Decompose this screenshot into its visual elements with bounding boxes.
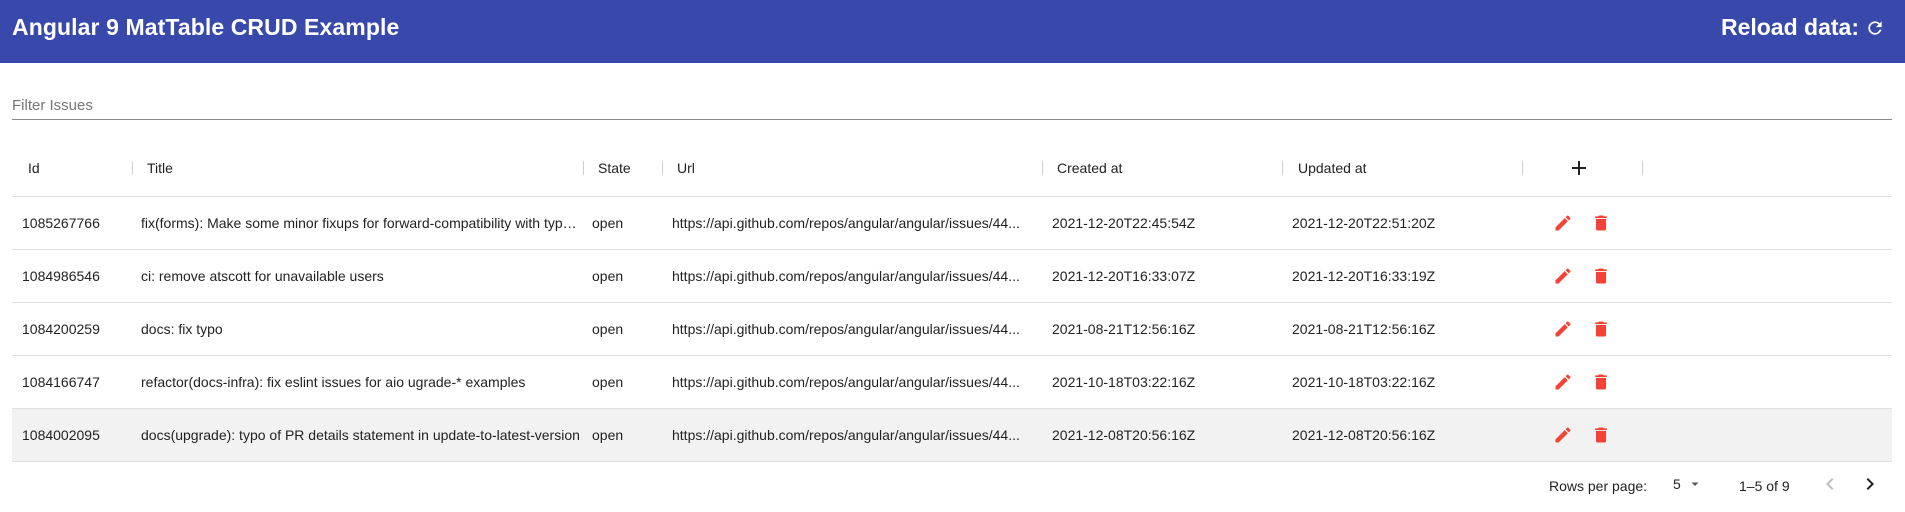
add-issue-button[interactable]	[1567, 156, 1591, 180]
delete-button[interactable]	[1589, 317, 1613, 341]
table-header-row: Id Title State Url Created at Updated at	[12, 140, 1892, 197]
delete-button[interactable]	[1589, 423, 1613, 447]
cell-created-at: 2021-12-20T16:33:07Z	[1052, 268, 1196, 284]
column-header-updated-at[interactable]: Updated at	[1298, 160, 1367, 176]
cell-created-at: 2021-12-20T22:45:54Z	[1052, 215, 1196, 231]
app-title: Angular 9 MatTable CRUD Example	[12, 14, 400, 40]
cell-id: 1084002095	[22, 427, 100, 443]
cell-updated-at: 2021-12-20T22:51:20Z	[1292, 215, 1436, 231]
pencil-icon	[1555, 215, 1571, 231]
column-header-id[interactable]: Id	[28, 160, 40, 176]
column-divider	[132, 161, 133, 175]
delete-button[interactable]	[1589, 370, 1613, 394]
edit-button[interactable]	[1551, 264, 1575, 288]
cell-state: open	[592, 374, 624, 390]
column-divider	[583, 161, 584, 175]
cell-updated-at: 2021-10-18T03:22:16Z	[1292, 374, 1436, 390]
column-divider	[1282, 161, 1283, 175]
cell-url: https://api.github.com/repos/angular/ang…	[672, 268, 1020, 284]
page-size-select[interactable]: 5	[1673, 476, 1701, 492]
refresh-icon	[1868, 20, 1882, 35]
cell-title: ci: remove atscott for unavailable users	[141, 268, 384, 284]
column-divider	[662, 161, 663, 175]
trash-icon	[1595, 215, 1607, 231]
edit-button[interactable]	[1551, 370, 1575, 394]
column-header-state[interactable]: State	[598, 160, 631, 176]
paginator: Rows per page: 5 1–5 of 9	[0, 470, 1905, 500]
column-header-url[interactable]: Url	[677, 160, 695, 176]
cell-title: docs(upgrade): typo of PR details statem…	[141, 427, 580, 443]
cell-id: 1085267766	[22, 215, 100, 231]
table-row[interactable]: 1085267766 fix(forms): Make some minor f…	[12, 197, 1892, 250]
cell-updated-at: 2021-12-20T16:33:19Z	[1292, 268, 1436, 284]
trash-icon	[1595, 268, 1607, 284]
delete-button[interactable]	[1589, 264, 1613, 288]
rows-per-page-label: Rows per page:	[1549, 478, 1648, 494]
app-toolbar: Angular 9 MatTable CRUD Example Reload d…	[0, 0, 1905, 63]
filter-input[interactable]	[12, 86, 1892, 120]
table-row[interactable]: 1084200259 docs: fix typo open https://a…	[12, 303, 1892, 356]
table-row[interactable]: 1084166747 refactor(docs-infra): fix esl…	[12, 356, 1892, 409]
pencil-icon	[1555, 321, 1571, 337]
column-header-title[interactable]: Title	[147, 160, 173, 176]
table-row[interactable]: 1084002095 docs(upgrade): typo of PR det…	[12, 409, 1892, 462]
cell-id: 1084166747	[22, 374, 100, 390]
edit-button[interactable]	[1551, 317, 1575, 341]
trash-icon	[1595, 321, 1607, 337]
column-divider	[1642, 161, 1643, 175]
cell-created-at: 2021-08-21T12:56:16Z	[1052, 321, 1196, 337]
cell-url: https://api.github.com/repos/angular/ang…	[672, 427, 1020, 443]
pencil-icon	[1555, 268, 1571, 284]
cell-state: open	[592, 427, 624, 443]
next-page-button[interactable]	[1858, 472, 1882, 496]
cell-url: https://api.github.com/repos/angular/ang…	[672, 374, 1020, 390]
cell-state: open	[592, 321, 624, 337]
cell-state: open	[592, 268, 624, 284]
cell-updated-at: 2021-12-08T20:56:16Z	[1292, 427, 1436, 443]
filter-underline	[12, 119, 1892, 120]
column-divider	[1042, 161, 1043, 175]
pencil-icon	[1555, 427, 1571, 443]
cell-created-at: 2021-12-08T20:56:16Z	[1052, 427, 1196, 443]
cell-title: fix(forms): Make some minor fixups for f…	[141, 215, 581, 231]
cell-title: docs: fix typo	[141, 321, 223, 337]
issues-table: Id Title State Url Created at Updated at…	[12, 140, 1892, 462]
pencil-icon	[1555, 374, 1571, 390]
column-header-created-at[interactable]: Created at	[1057, 160, 1122, 176]
table-row[interactable]: 1084986546 ci: remove atscott for unavai…	[12, 250, 1892, 303]
cell-created-at: 2021-10-18T03:22:16Z	[1052, 374, 1196, 390]
cell-id: 1084200259	[22, 321, 100, 337]
trash-icon	[1595, 374, 1607, 390]
reload-label: Reload data:	[1720, 14, 1859, 40]
reload-data-button[interactable]: Reload data:	[1721, 14, 1885, 41]
cell-state: open	[592, 215, 624, 231]
dropdown-arrow-icon	[1691, 482, 1699, 486]
edit-button[interactable]	[1551, 211, 1575, 235]
cell-url: https://api.github.com/repos/angular/ang…	[672, 321, 1020, 337]
cell-url: https://api.github.com/repos/angular/ang…	[672, 215, 1020, 231]
page-range-label: 1–5 of 9	[1739, 478, 1790, 494]
delete-button[interactable]	[1589, 211, 1613, 235]
page-size-value: 5	[1673, 476, 1681, 492]
previous-page-button[interactable]	[1818, 472, 1842, 496]
filter-field	[12, 86, 1892, 120]
cell-id: 1084986546	[22, 268, 100, 284]
edit-button[interactable]	[1551, 423, 1575, 447]
column-divider	[1522, 161, 1523, 175]
cell-title: refactor(docs-infra): fix eslint issues …	[141, 374, 526, 390]
cell-updated-at: 2021-08-21T12:56:16Z	[1292, 321, 1436, 337]
trash-icon	[1595, 427, 1607, 443]
